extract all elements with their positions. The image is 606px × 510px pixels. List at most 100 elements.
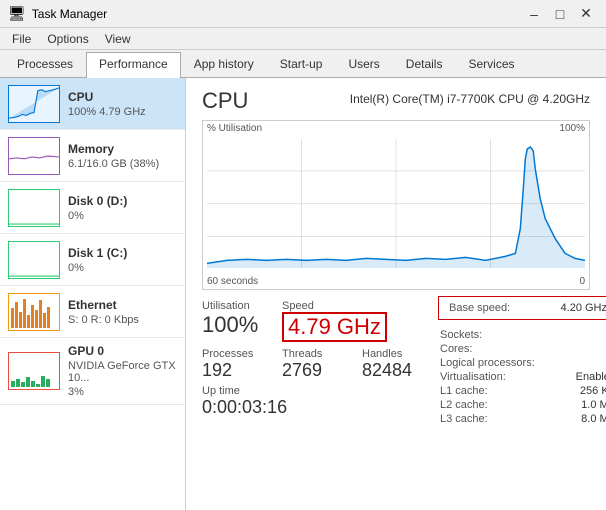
tab-startup[interactable]: Start-up bbox=[267, 52, 336, 77]
eth-bar-4 bbox=[23, 299, 26, 328]
tab-services[interactable]: Services bbox=[455, 52, 527, 77]
eth-bar-2 bbox=[15, 302, 18, 328]
sidebar-item-disk1[interactable]: Disk 1 (C:) 0% bbox=[0, 234, 185, 286]
tab-app-history[interactable]: App history bbox=[181, 52, 267, 77]
sockets-value: 1 bbox=[562, 328, 606, 342]
gpu-bar-1 bbox=[11, 381, 15, 387]
base-speed-table: Base speed: 4.20 GHz bbox=[447, 301, 606, 315]
chart-label-max: 100% bbox=[559, 123, 585, 134]
threads-value: 2769 bbox=[282, 360, 342, 381]
cores-row: Cores: 4 bbox=[438, 342, 606, 356]
base-speed-box: Base speed: 4.20 GHz bbox=[438, 296, 606, 320]
eth-bar-1 bbox=[11, 308, 14, 327]
detail-title: CPU bbox=[202, 88, 248, 114]
l1-cache-value: 256 KB bbox=[562, 384, 606, 398]
detail-panel: CPU Intel(R) Core(TM) i7-7700K CPU @ 4.2… bbox=[186, 78, 606, 510]
cpu-mini-graph bbox=[8, 85, 60, 123]
sidebar-item-ethernet[interactable]: Ethernet S: 0 R: 0 Kbps bbox=[0, 286, 185, 338]
speed-value: 4.79 GHz bbox=[282, 312, 387, 342]
eth-bar-6 bbox=[31, 305, 34, 327]
cpu-title: CPU bbox=[68, 90, 177, 104]
cores-label: Cores: bbox=[438, 342, 562, 356]
close-button[interactable]: ✕ bbox=[574, 4, 598, 24]
gpu-bar-3 bbox=[21, 382, 25, 387]
processes-value: 192 bbox=[202, 360, 262, 381]
gpu0-info: GPU 0 NVIDIA GeForce GTX 10... 3% bbox=[68, 344, 177, 398]
eth-bar-3 bbox=[19, 312, 22, 328]
detail-subtitle: Intel(R) Core(TM) i7-7700K CPU @ 4.20GHz bbox=[350, 92, 590, 106]
utilisation-col: Utilisation 100% bbox=[202, 300, 262, 342]
processes-label: Processes bbox=[202, 348, 262, 360]
threads-col: Threads 2769 bbox=[282, 348, 342, 381]
l3-cache-value: 8.0 MB bbox=[562, 412, 606, 426]
app-icon: 🖥 bbox=[8, 5, 26, 22]
detail-bottom: Utilisation 100% Speed 4.79 GHz Processe… bbox=[202, 296, 590, 426]
memory-subtitle: 6.1/16.0 GB (38%) bbox=[68, 158, 177, 170]
handles-label: Handles bbox=[362, 348, 422, 360]
tab-details[interactable]: Details bbox=[393, 52, 456, 77]
specs-table: Sockets: 1 Cores: 4 Logical processors: … bbox=[438, 328, 606, 426]
uptime-row: Up time 0:00:03:16 bbox=[202, 385, 422, 418]
utilisation-label: Utilisation bbox=[202, 300, 262, 312]
tab-processes[interactable]: Processes bbox=[4, 52, 86, 77]
disk1-subtitle: 0% bbox=[68, 262, 177, 274]
disk1-title: Disk 1 (C:) bbox=[68, 246, 177, 260]
memory-title: Memory bbox=[68, 142, 177, 156]
sidebar-item-gpu0[interactable]: GPU 0 NVIDIA GeForce GTX 10... 3% bbox=[0, 338, 185, 405]
disk1-info: Disk 1 (C:) 0% bbox=[68, 246, 177, 274]
tab-performance[interactable]: Performance bbox=[86, 52, 181, 78]
cpu-chart: % Utilisation 100% 60 seconds 0 bbox=[202, 120, 590, 290]
cpu-info: CPU 100% 4.79 GHz bbox=[68, 90, 177, 118]
minimize-button[interactable]: – bbox=[522, 4, 546, 24]
cpu-chart-svg bbox=[207, 139, 585, 268]
chart-label-utilisation: % Utilisation bbox=[207, 123, 262, 134]
logical-processors-row: Logical processors: 8 bbox=[438, 356, 606, 370]
sidebar-item-disk0[interactable]: Disk 0 (D:) 0% bbox=[0, 182, 185, 234]
window-controls: – □ ✕ bbox=[522, 4, 598, 24]
cores-value: 4 bbox=[562, 342, 606, 356]
base-speed-label: Base speed: bbox=[447, 301, 538, 315]
gpu0-mini-graph bbox=[8, 352, 60, 390]
eth-bar-9 bbox=[43, 313, 46, 327]
l2-cache-value: 1.0 MB bbox=[562, 398, 606, 412]
gpu-bar-7 bbox=[41, 376, 45, 387]
app-title: Task Manager bbox=[32, 7, 107, 21]
ethernet-mini-graph bbox=[8, 293, 60, 331]
uptime-label: Up time bbox=[202, 385, 422, 397]
cpu-subtitle: 100% 4.79 GHz bbox=[68, 106, 177, 118]
menu-view[interactable]: View bbox=[97, 30, 139, 47]
gpu0-subtitle-line1: NVIDIA GeForce GTX 10... bbox=[68, 360, 177, 384]
l3-cache-label: L3 cache: bbox=[438, 412, 562, 426]
base-speed-row: Base speed: 4.20 GHz bbox=[447, 301, 606, 315]
disk0-mini-graph bbox=[8, 189, 60, 227]
sidebar-item-memory[interactable]: Memory 6.1/16.0 GB (38%) bbox=[0, 130, 185, 182]
gpu-bar-6 bbox=[36, 384, 40, 387]
tab-bar: Processes Performance App history Start-… bbox=[0, 50, 606, 78]
gpu0-title: GPU 0 bbox=[68, 344, 177, 358]
memory-mini-graph bbox=[8, 137, 60, 175]
tab-users[interactable]: Users bbox=[335, 52, 392, 77]
menu-options[interactable]: Options bbox=[39, 30, 96, 47]
specs-panel: Base speed: 4.20 GHz Sockets: 1 Cores: 4 bbox=[438, 296, 606, 426]
gpu-bar-2 bbox=[16, 379, 20, 387]
logical-processors-label: Logical processors: bbox=[438, 356, 562, 370]
gpu-bar-4 bbox=[26, 377, 30, 387]
menu-file[interactable]: File bbox=[4, 30, 39, 47]
disk0-title: Disk 0 (D:) bbox=[68, 194, 177, 208]
l2-cache-row: L2 cache: 1.0 MB bbox=[438, 398, 606, 412]
utilisation-speed-row: Utilisation 100% Speed 4.79 GHz bbox=[202, 300, 422, 342]
sockets-row: Sockets: 1 bbox=[438, 328, 606, 342]
sidebar-item-cpu[interactable]: CPU 100% 4.79 GHz bbox=[0, 78, 185, 130]
base-speed-value: 4.20 GHz bbox=[538, 301, 606, 315]
handles-col: Handles 82484 bbox=[362, 348, 422, 381]
eth-bar-10 bbox=[47, 307, 50, 328]
eth-bar-5 bbox=[27, 315, 30, 328]
virtualisation-row: Virtualisation: Enabled bbox=[438, 370, 606, 384]
virtualisation-label: Virtualisation: bbox=[438, 370, 562, 384]
maximize-button[interactable]: □ bbox=[548, 4, 572, 24]
eth-bar-8 bbox=[39, 300, 42, 327]
ethernet-subtitle: S: 0 R: 0 Kbps bbox=[68, 314, 177, 326]
gpu0-subtitle-line2: 3% bbox=[68, 386, 177, 398]
speed-col: Speed 4.79 GHz bbox=[282, 300, 387, 342]
ethernet-title: Ethernet bbox=[68, 298, 177, 312]
